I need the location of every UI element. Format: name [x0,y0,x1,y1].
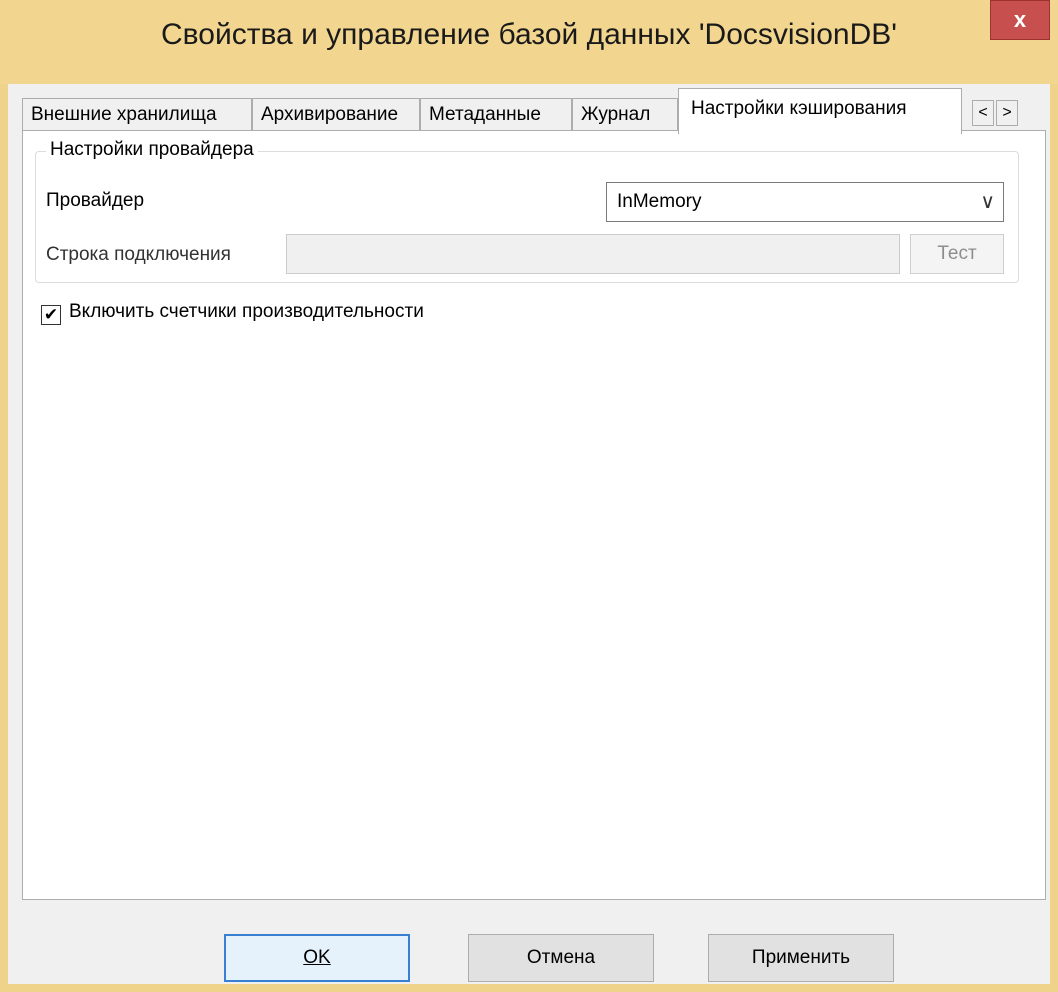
connection-string-label: Строка подключения [46,244,231,265]
tab-scroll-right-button[interactable]: > [996,100,1018,126]
checkmark-icon: ✔ [43,305,59,324]
perf-counters-label[interactable]: Включить счетчики производительности [69,301,424,323]
tab-panel-caching-settings: Настройки провайдера Провайдер InMemory … [22,130,1046,900]
chevron-down-icon: ∨ [980,191,995,213]
title-bar[interactable]: Свойства и управление базой данных 'Docs… [0,0,1058,84]
ok-button-label: OK [303,947,331,968]
provider-settings-legend: Настройки провайдера [46,139,258,161]
cancel-button-label: Отмена [526,947,596,968]
chevron-left-icon: < [978,104,988,121]
tab-metadata[interactable]: Метаданные [420,98,572,132]
test-connection-button[interactable]: Тест [910,234,1004,274]
tab-journal[interactable]: Журнал [572,98,678,132]
provider-settings-group: Настройки провайдера Провайдер InMemory … [35,139,1019,283]
tab-strip: Внешние хранилища Архивирование Метаданн… [22,88,1052,134]
close-button[interactable]: x [990,0,1050,40]
perf-counters-checkbox[interactable]: ✔ [41,305,61,325]
tab-external-storage[interactable]: Внешние хранилища [22,98,252,132]
connection-string-input[interactable] [286,234,900,274]
provider-select[interactable]: InMemory ∨ [606,182,1004,222]
apply-button-label: Применить [751,947,851,968]
tab-archiving[interactable]: Архивирование [252,98,420,132]
dialog-client-area: Внешние хранилища Архивирование Метаданн… [8,84,1050,984]
cancel-button[interactable]: Отмена [468,934,654,982]
provider-select-value: InMemory [617,191,702,212]
tab-scroll-left-button[interactable]: < [972,100,994,126]
ok-button[interactable]: OK [224,934,410,982]
chevron-right-icon: > [1002,104,1012,121]
close-icon: x [1013,7,1027,32]
window-title: Свойства и управление базой данных 'Docs… [161,18,897,51]
tab-caching-settings[interactable]: Настройки кэширования [678,88,962,134]
apply-button[interactable]: Применить [708,934,894,982]
dialog-window: Свойства и управление базой данных 'Docs… [0,0,1058,992]
provider-label: Провайдер [46,190,145,211]
